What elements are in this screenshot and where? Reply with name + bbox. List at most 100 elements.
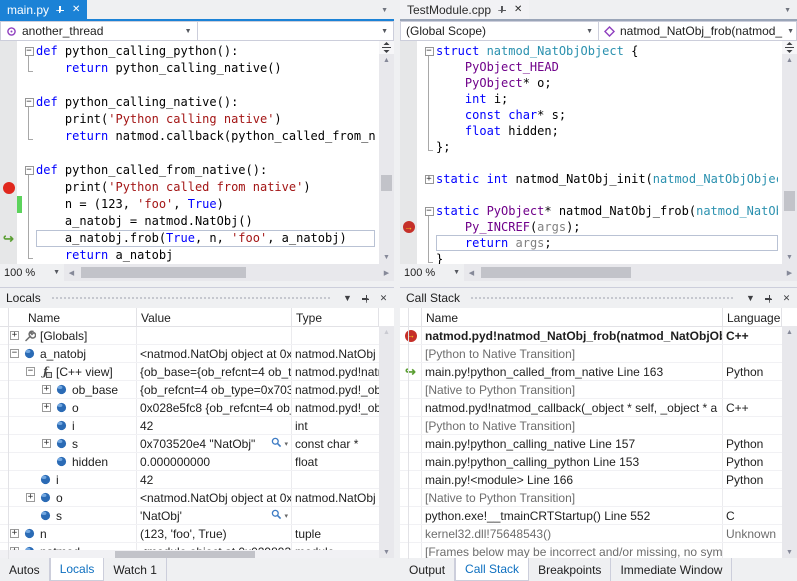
code-text[interactable]: a_natobj.frob(True, n, 'foo', a_natobj) <box>36 230 375 247</box>
outline-margin[interactable]: − <box>22 162 36 179</box>
tool-tab-autos[interactable]: Autos <box>0 558 50 581</box>
breakpoint-margin[interactable] <box>0 162 17 179</box>
expand-icon[interactable]: + <box>10 331 19 340</box>
expand-icon[interactable]: + <box>425 175 434 184</box>
expand-icon[interactable]: + <box>42 439 51 448</box>
zoom-control[interactable]: 100 % ▼ <box>400 267 464 279</box>
collapse-icon[interactable]: − <box>25 47 34 56</box>
outline-margin[interactable] <box>422 251 436 264</box>
outline-margin[interactable]: − <box>422 43 436 59</box>
scroll-up-icon[interactable]: ▲ <box>786 326 793 339</box>
outline-margin[interactable]: − <box>22 94 36 111</box>
tab-well-dropdown-icon[interactable]: ▼ <box>381 7 394 19</box>
scroll-right-icon[interactable]: ▶ <box>782 269 797 277</box>
outline-margin[interactable]: − <box>422 203 436 219</box>
breakpoint-margin[interactable] <box>400 251 417 264</box>
pin-icon[interactable] <box>359 294 372 303</box>
table-row[interactable]: i42int <box>0 417 379 435</box>
scroll-left-icon[interactable]: ◀ <box>464 269 479 277</box>
tab-well-dropdown-icon[interactable]: ▼ <box>784 7 797 19</box>
scope-dropdown[interactable]: (Global Scope) ▼ <box>400 21 599 41</box>
pin-icon[interactable] <box>762 294 775 303</box>
scrollbar-thumb[interactable] <box>481 267 631 278</box>
outline-margin[interactable] <box>22 111 36 128</box>
collapse-icon[interactable]: − <box>26 367 35 376</box>
breakpoint-margin[interactable] <box>400 187 417 203</box>
table-row[interactable]: −ƒ[C++ view]{ob_base={ob_refcnt=4 ob_tyn… <box>0 363 379 381</box>
collapse-icon[interactable]: − <box>25 98 34 107</box>
code-text[interactable] <box>36 77 375 94</box>
outline-margin[interactable] <box>422 219 436 235</box>
drag-handle[interactable] <box>470 296 734 301</box>
code-editor-main-py[interactable]: −def python_calling_python(): return pyt… <box>0 41 379 264</box>
collapse-icon[interactable]: − <box>10 349 19 358</box>
outline-margin[interactable] <box>422 75 436 91</box>
stack-frame-row[interactable]: ↩main.py!python_called_from_native Line … <box>400 363 782 381</box>
table-row[interactable]: +[Globals] <box>0 327 379 345</box>
breakpoint-margin[interactable] <box>400 75 417 91</box>
drag-handle[interactable] <box>51 296 331 301</box>
call-stack-title-bar[interactable]: Call Stack ▼ ✕ <box>400 288 797 308</box>
breakpoint-margin[interactable] <box>400 139 417 155</box>
code-text[interactable]: return natmod.callback(python_called_fro… <box>36 128 375 145</box>
breakpoint-margin[interactable] <box>0 179 17 196</box>
locals-title-bar[interactable]: Locals ▼ ✕ <box>0 288 394 308</box>
stack-frame-row[interactable]: [Python to Native Transition] <box>400 345 782 363</box>
breakpoint-margin[interactable] <box>0 145 17 162</box>
breakpoint-margin[interactable] <box>400 43 417 59</box>
breakpoint-margin[interactable] <box>0 43 17 60</box>
tab-testmodule-cpp[interactable]: TestModule.cpp ✕ <box>400 0 529 19</box>
breakpoint-margin[interactable] <box>0 196 17 213</box>
splitter-grip-icon[interactable] <box>782 41 797 54</box>
code-editor-testmodule-cpp[interactable]: −struct natmod_NatObjObject { PyObject_H… <box>400 41 782 264</box>
collapse-icon[interactable]: − <box>425 207 434 216</box>
vertical-scrollbar[interactable]: ▲ ▼ <box>379 326 394 559</box>
code-text[interactable]: def python_calling_python(): <box>36 43 375 60</box>
scrollbar-thumb[interactable] <box>115 551 255 558</box>
scroll-track[interactable] <box>479 264 782 281</box>
splitter-grip-icon[interactable] <box>379 41 394 54</box>
stack-frame-row[interactable]: python.exe!__tmainCRTStartup() Line 552C <box>400 507 782 525</box>
code-text[interactable] <box>436 187 778 203</box>
outline-margin[interactable] <box>22 196 36 213</box>
outline-margin[interactable] <box>422 107 436 123</box>
vertical-scrollbar[interactable]: ▲ ▼ <box>782 326 797 559</box>
breakpoint-margin[interactable]: ↩ <box>0 230 17 247</box>
outline-margin[interactable]: − <box>22 43 36 60</box>
table-row[interactable]: hidden0.000000000float <box>0 453 379 471</box>
stack-frame-row[interactable]: kernel32.dll!75648543()Unknown <box>400 525 782 543</box>
table-row[interactable]: +n(123, 'foo', True)tuple <box>0 525 379 543</box>
tool-tab-breakpoints[interactable]: Breakpoints <box>529 558 611 581</box>
code-text[interactable]: n = (123, 'foo', True) <box>36 196 375 213</box>
code-text[interactable]: PyObject* o; <box>436 75 778 91</box>
close-icon[interactable]: ✕ <box>780 288 793 308</box>
stack-frame-row[interactable]: [Native to Python Transition] <box>400 381 782 399</box>
tool-tab-immediate-window[interactable]: Immediate Window <box>611 558 732 581</box>
stack-frame-row[interactable]: main.py!python_calling_python Line 153Py… <box>400 453 782 471</box>
code-text[interactable]: def python_calling_native(): <box>36 94 375 111</box>
window-menu-icon[interactable]: ▼ <box>341 288 354 308</box>
breakpoint-margin[interactable] <box>0 94 17 111</box>
code-text[interactable]: return python_calling_native() <box>36 60 375 77</box>
scroll-left-icon[interactable]: ◀ <box>64 269 79 277</box>
table-row[interactable]: +ob_base{ob_refcnt=4 ob_type=0x703natmod… <box>0 381 379 399</box>
magnifier-icon[interactable] <box>271 509 282 523</box>
stack-frame-row[interactable]: [Python to Native Transition] <box>400 417 782 435</box>
tool-tab-locals[interactable]: Locals <box>50 558 105 581</box>
pin-icon[interactable] <box>498 5 507 14</box>
code-text[interactable]: static PyObject* natmod_NatObj_frob(natm… <box>436 203 778 219</box>
code-text[interactable]: return a_natobj <box>36 247 375 264</box>
code-text[interactable]: float hidden; <box>436 123 778 139</box>
zoom-control[interactable]: 100 % ▼ <box>0 267 64 279</box>
table-row[interactable]: +s0x703520e4 "NatObj"▾const char * <box>0 435 379 453</box>
value-visualizer[interactable]: ▾ <box>271 437 288 451</box>
outline-margin[interactable]: + <box>422 171 436 187</box>
breakpoint-margin[interactable] <box>400 123 417 139</box>
value-visualizer[interactable]: ▾ <box>271 509 288 523</box>
breakpoint-margin[interactable] <box>0 247 17 264</box>
scroll-down-icon[interactable]: ▼ <box>786 251 793 264</box>
stack-frame-row[interactable]: [Native to Python Transition] <box>400 489 782 507</box>
scroll-up-icon[interactable]: ▲ <box>383 54 390 67</box>
code-text[interactable]: print('Python called from native') <box>36 179 375 196</box>
tool-tab-watch-1[interactable]: Watch 1 <box>104 558 167 581</box>
